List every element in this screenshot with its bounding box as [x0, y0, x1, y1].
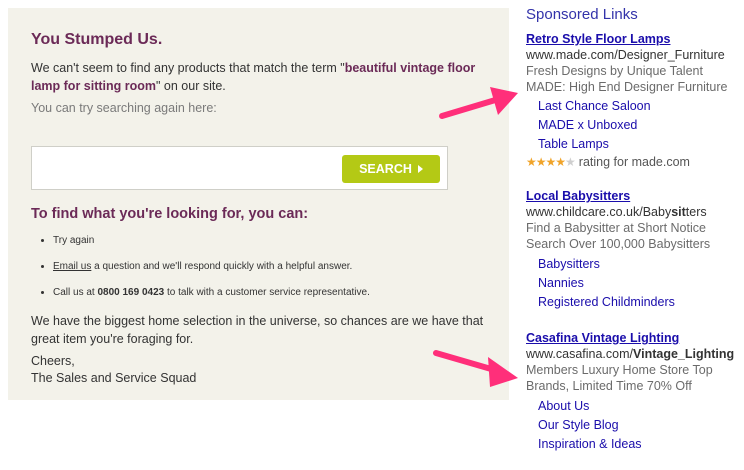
tip-try-again: Try again: [53, 234, 370, 247]
tip-email: Email us a question and we'll respond qu…: [53, 260, 370, 273]
ad-sitelinks: Last Chance Saloon MADE x Unboxed Table …: [526, 97, 738, 154]
signoff: Cheers, The Sales and Service Squad: [31, 353, 196, 387]
sitelink-about-us[interactable]: About Us: [538, 399, 589, 413]
ad-url-prefix: www.childcare.co.uk/Baby: [526, 205, 672, 219]
ad-sitelinks: Babysitters Nannies Registered Childmind…: [526, 255, 738, 312]
retry-text: You can try searching again here:: [31, 101, 217, 115]
ad-description-1: Find a Babysitter at Short Notice: [526, 221, 706, 235]
annotation-arrow-icon: [433, 350, 518, 387]
ad-description-1: Fresh Designs by Unique Talent: [526, 64, 703, 78]
sitelink-item: Registered Childminders: [538, 293, 738, 312]
sitelink-last-chance-saloon[interactable]: Last Chance Saloon: [538, 99, 651, 113]
stock-message: We have the biggest home selection in th…: [31, 314, 484, 346]
ad-local-babysitters: Local Babysitters www.childcare.co.uk/Ba…: [526, 188, 738, 312]
sitelink-table-lamps[interactable]: Table Lamps: [538, 137, 609, 151]
ad-description-1: Members Luxury Home Store Top Brands, Li…: [526, 363, 713, 393]
page-title: You Stumped Us.: [31, 31, 163, 48]
ad-url-suffix: ters: [685, 205, 707, 219]
ad-description-2: Search Over 100,000 Babysitters: [526, 237, 711, 251]
ad-url-path: Vintage_Lighting: [632, 347, 735, 361]
tip-call: Call us at 0800 169 0423 to talk with a …: [53, 286, 370, 299]
ad-url: www.made.com/Designer_Furniture: [526, 47, 738, 63]
annotation-arrow-icon: [439, 87, 518, 119]
seller-rating: ★★★★★ rating for made.com: [526, 154, 738, 170]
message-prefix: We can't seem to find any products that …: [31, 61, 345, 75]
tip-call-prefix: Call us at: [53, 287, 98, 298]
search-button[interactable]: SEARCH: [342, 155, 440, 183]
sitelink-item: MADE x Unboxed: [538, 116, 738, 135]
message-suffix: " on our site.: [156, 79, 226, 93]
sitelink-made-x-unboxed[interactable]: MADE x Unboxed: [538, 118, 637, 132]
sitelink-inspiration-ideas[interactable]: Inspiration & Ideas: [538, 437, 642, 451]
arrow-right-icon: [417, 165, 423, 173]
ad-description-2: MADE: High End Designer Furniture: [526, 80, 728, 94]
sitelink-item: Our Style Blog: [538, 416, 738, 435]
no-results-panel: You Stumped Us. We can't seem to find an…: [8, 8, 509, 400]
sitelink-registered-childminders[interactable]: Registered Childminders: [538, 295, 675, 309]
sitelink-item: Babysitters: [538, 255, 738, 274]
rating-text: rating for made.com: [578, 155, 690, 169]
ad-url: www.childcare.co.uk/Babysitters: [526, 204, 738, 220]
no-results-message: We can't seem to find any products that …: [31, 59, 486, 95]
tip-email-text: a question and we'll respond quickly wit…: [91, 261, 353, 272]
email-us-link[interactable]: Email us: [53, 261, 91, 272]
sitelink-nannies[interactable]: Nannies: [538, 276, 584, 290]
search-input[interactable]: [38, 156, 332, 182]
signoff-team: The Sales and Service Squad: [31, 371, 197, 385]
sitelink-babysitters[interactable]: Babysitters: [538, 257, 600, 271]
ad-title-link[interactable]: Local Babysitters: [526, 188, 738, 204]
sitelink-item: Inspiration & Ideas: [538, 435, 738, 454]
sponsored-links-title: Sponsored Links: [526, 6, 638, 23]
ad-title-link[interactable]: Retro Style Floor Lamps: [526, 31, 738, 47]
sitelink-item: Table Lamps: [538, 135, 738, 154]
ad-title-link[interactable]: Casafina Vintage Lighting: [526, 330, 738, 346]
sitelink-item: About Us: [538, 397, 738, 416]
signoff-greeting: Cheers,: [31, 354, 75, 368]
ad-sitelinks: About Us Our Style Blog Inspiration & Id…: [526, 397, 738, 454]
ad-url: www.casafina.com/Vintage_Lighting: [526, 346, 738, 362]
sitelink-our-style-blog[interactable]: Our Style Blog: [538, 418, 619, 432]
ad-url-prefix: www.made.com/: [526, 48, 618, 62]
help-tips-list: Try again Email us a question and we'll …: [31, 234, 370, 299]
sitelink-item: Nannies: [538, 274, 738, 293]
sitelink-item: Last Chance Saloon: [538, 97, 738, 116]
search-box: SEARCH: [31, 146, 448, 190]
phone-number: 0800 169 0423: [97, 287, 165, 298]
ad-casafina-vintage-lighting: Casafina Vintage Lighting www.casafina.c…: [526, 330, 738, 454]
star-rating-icon: ★★★★★: [526, 155, 576, 169]
help-subtitle: To find what you're looking for, you can…: [31, 206, 309, 222]
ad-retro-floor-lamps: Retro Style Floor Lamps www.made.com/Des…: [526, 31, 738, 170]
tip-call-suffix: to talk with a customer service represen…: [164, 287, 370, 298]
ad-url-path: Designer_Furniture: [617, 48, 725, 62]
search-button-label: SEARCH: [359, 162, 412, 176]
ad-url-bold: sit: [671, 205, 686, 219]
ad-url-prefix: www.casafina.com/: [526, 347, 633, 361]
